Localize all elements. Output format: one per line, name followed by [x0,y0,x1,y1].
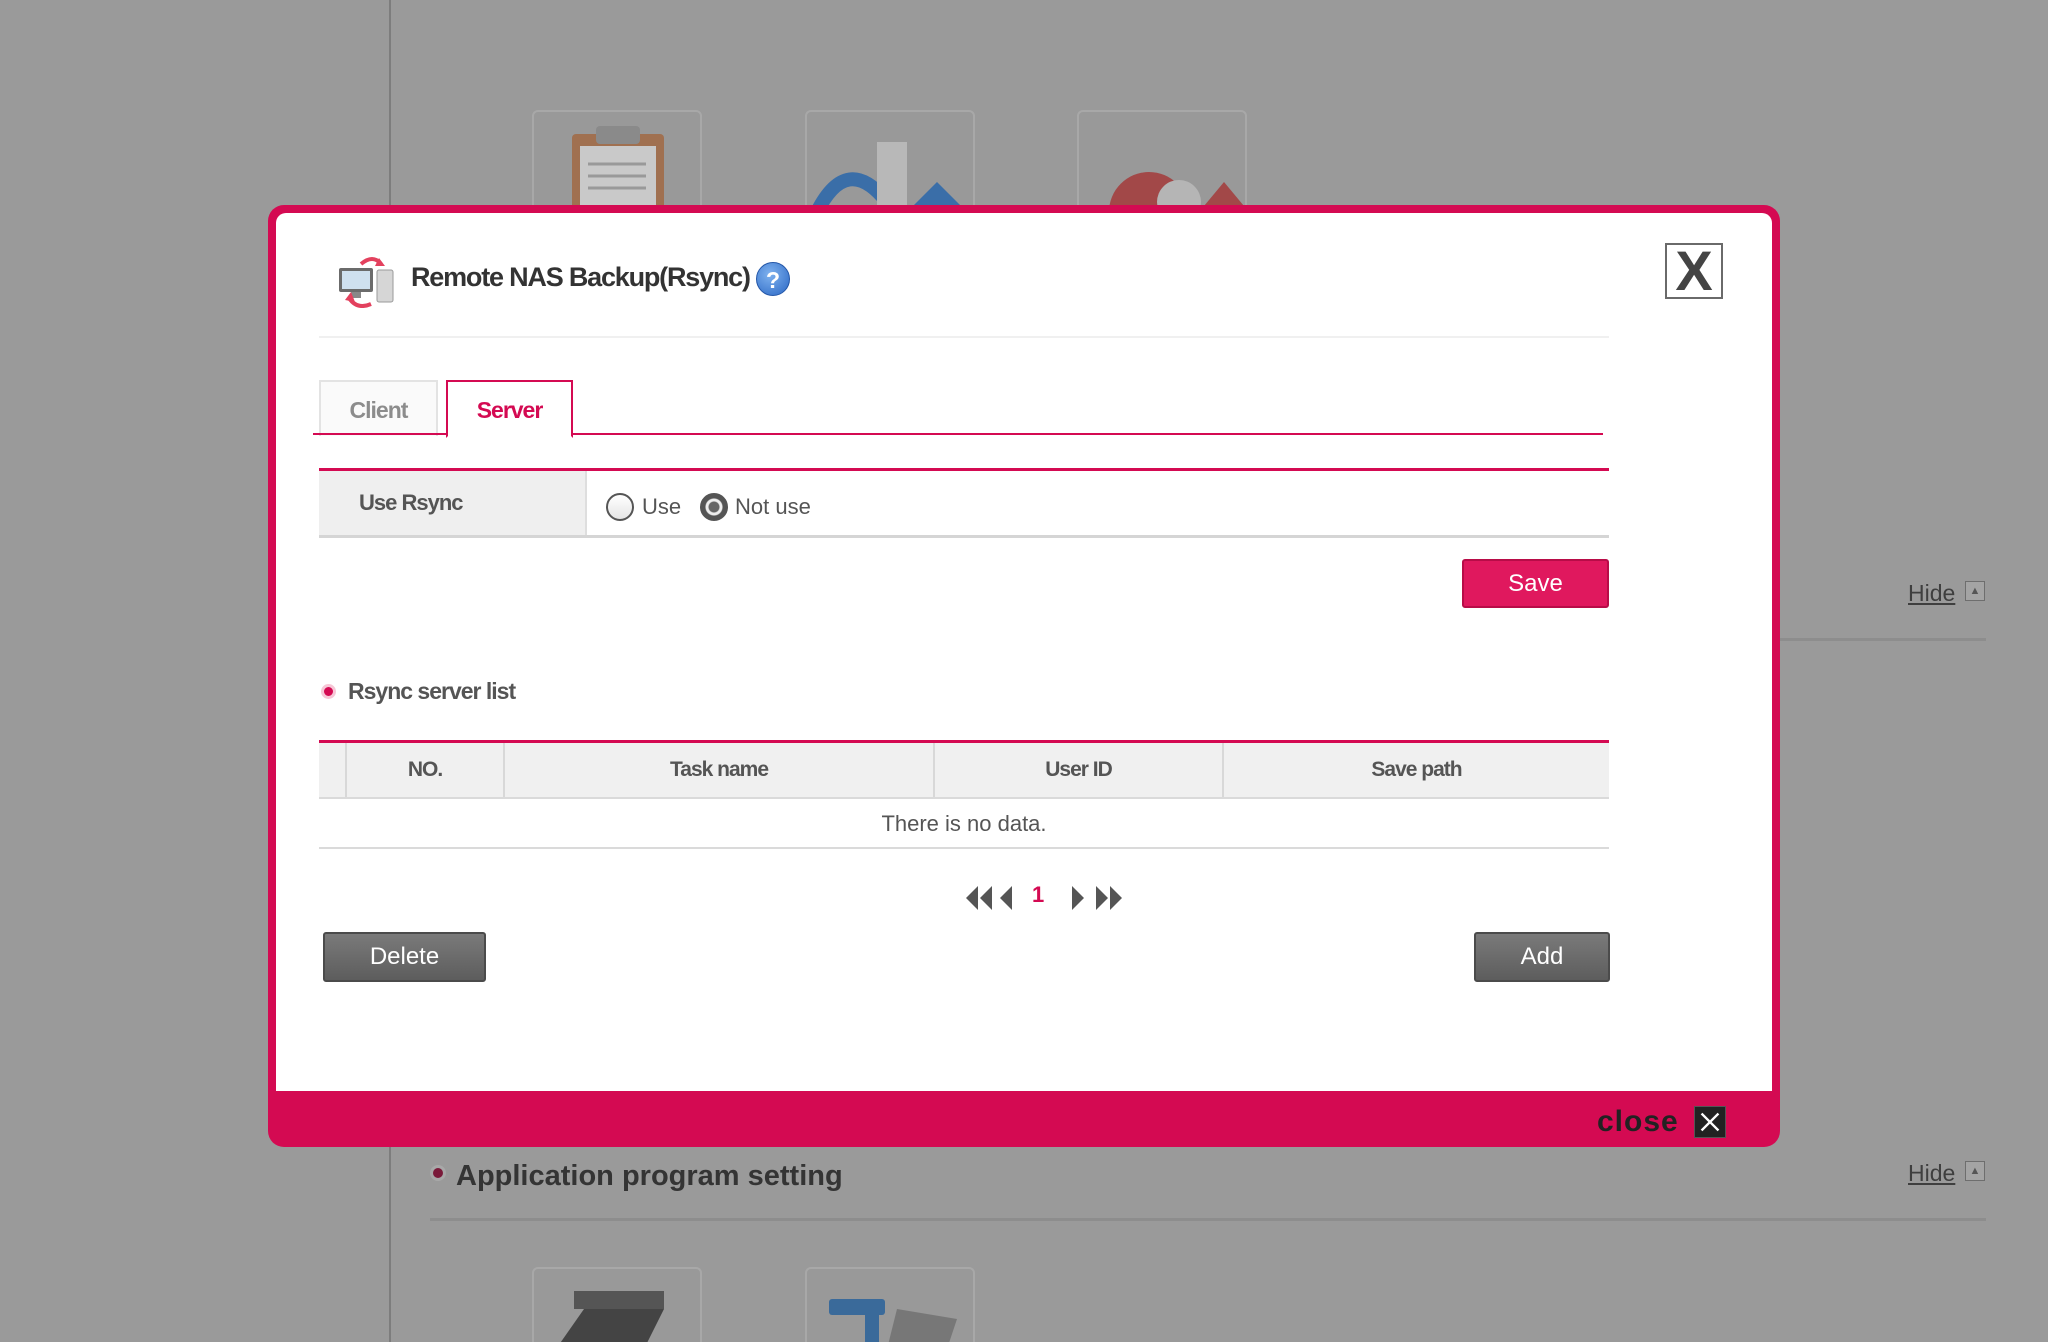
close-icon[interactable] [1694,1106,1726,1138]
prev-page-icon[interactable] [996,884,1026,912]
bg-tile-media[interactable] [532,1267,702,1342]
column-no[interactable]: NO. [345,743,503,797]
column-task-name[interactable]: Task name [503,743,933,797]
collapse-icon-2[interactable]: ▲ [1965,1161,1985,1181]
bg-section-bullet-icon [430,1165,446,1181]
radio-use-label[interactable]: Use [642,493,681,521]
footer-close-link[interactable]: close [1597,1105,1679,1139]
bg-hide-link[interactable]: Hide [1908,580,1955,607]
tab-server[interactable]: Server [446,380,573,438]
column-save-path[interactable]: Save path [1222,743,1609,797]
dialog-close-x-button[interactable]: X [1665,243,1723,299]
use-rsync-row: Use Rsync Use Not use [319,468,1609,538]
server-list-table: NO. Task name User ID Save path There is… [319,740,1609,849]
help-icon[interactable]: ? [756,262,790,296]
dialog-footer [268,1091,1780,1147]
first-page-icon[interactable] [964,884,994,912]
use-rsync-label: Use Rsync [319,471,587,535]
title-divider [319,336,1609,338]
bg-tile-network[interactable] [805,1267,975,1342]
current-page-number[interactable]: 1 [1032,882,1044,908]
delete-button[interactable]: Delete [323,932,486,982]
network-icon [829,1299,957,1342]
radio-not-use-label[interactable]: Not use [735,493,811,521]
bg-section-rule-2 [430,1218,1986,1221]
radio-not-use[interactable] [700,493,728,521]
add-button[interactable]: Add [1474,932,1610,982]
last-page-icon[interactable] [1094,884,1124,912]
column-checkbox[interactable] [319,743,345,797]
column-user-id[interactable]: User ID [933,743,1222,797]
bg-section-rule [1770,638,1986,641]
list-bullet-icon [321,684,336,699]
remote-sync-icon [339,257,394,308]
radio-use[interactable] [606,493,634,521]
server-list-title: Rsync server list [348,678,516,704]
table-header: NO. Task name User ID Save path [319,743,1609,799]
bg-hide-link-2[interactable]: Hide [1908,1160,1955,1187]
tab-client[interactable]: Client [319,380,438,436]
empty-message: There is no data. [319,799,1609,849]
bg-section-title: Application program setting [456,1160,843,1192]
clapperboard-icon [560,1291,664,1342]
collapse-icon[interactable]: ▲ [1965,581,1985,601]
rsync-dialog [268,205,1780,1147]
save-button[interactable]: Save [1462,559,1609,608]
dialog-title: Remote NAS Backup(Rsync) [411,262,751,292]
